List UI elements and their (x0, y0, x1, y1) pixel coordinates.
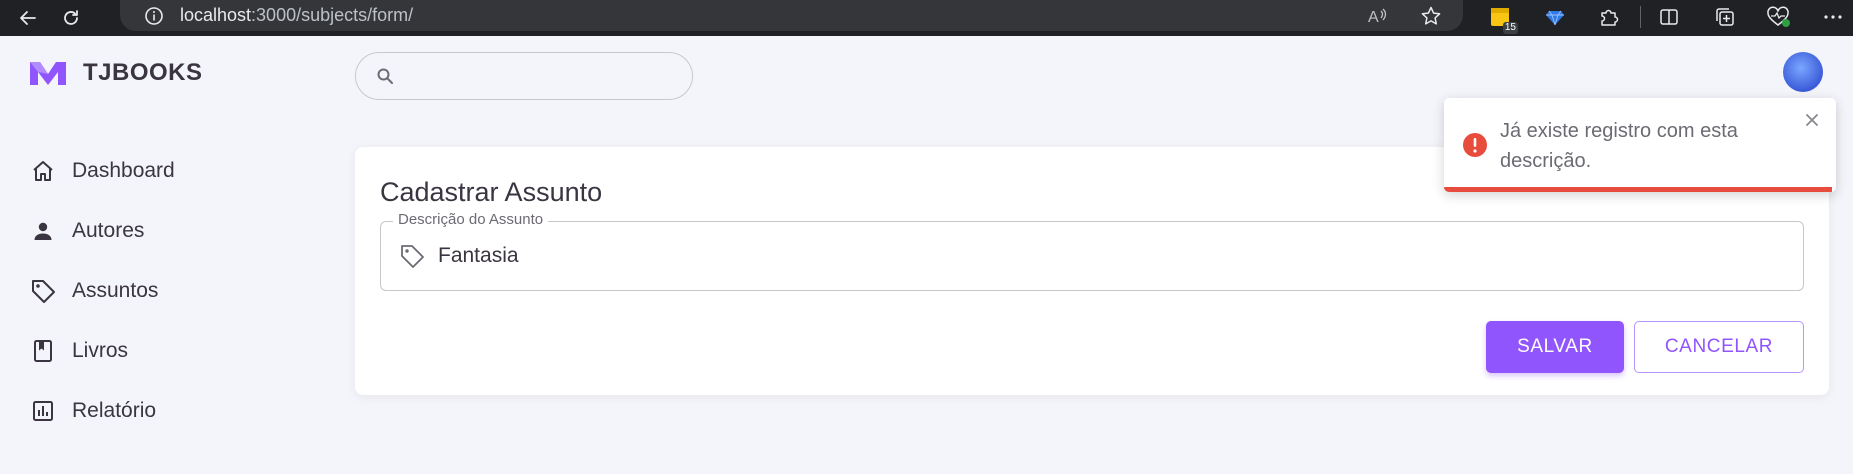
brand[interactable]: TJBOOKS (27, 58, 203, 88)
diamond-extension-icon[interactable] (1540, 2, 1570, 32)
sticky-notes-extension-icon[interactable]: 15 (1485, 2, 1518, 34)
error-toast: Já existe registro com esta descrição. (1444, 98, 1836, 192)
save-button[interactable]: SALVAR (1486, 321, 1624, 373)
toast-progress-bar (1444, 187, 1833, 192)
description-input[interactable]: Fantasia (438, 244, 519, 268)
puzzle-extensions-icon[interactable] (1594, 2, 1624, 32)
sidebar-item-label: Livros (72, 339, 129, 362)
sidebar-item-assuntos[interactable]: Assuntos (0, 261, 320, 321)
home-icon (29, 157, 57, 185)
address-bar[interactable]: localhost:3000/subjects/form/ A (120, 0, 1463, 31)
sidebar-item-label: Assuntos (72, 279, 159, 302)
error-icon (1462, 132, 1488, 158)
more-menu-icon[interactable] (1818, 2, 1848, 32)
sidebar-item-label: Dashboard (72, 159, 175, 182)
svg-text:A: A (1368, 9, 1379, 26)
favorite-star-icon[interactable] (1418, 3, 1444, 29)
description-field[interactable]: Descrição do Assunto Fantasia (380, 211, 1804, 291)
search-input[interactable] (404, 64, 688, 88)
close-icon[interactable] (1802, 110, 1822, 130)
sidebar-item-livros[interactable]: Livros (0, 321, 320, 381)
sidebar-item-dashboard[interactable]: Dashboard (0, 141, 320, 201)
info-icon[interactable] (142, 4, 166, 28)
toast-message: Já existe registro com esta descrição. (1500, 120, 1738, 172)
tag-icon (29, 277, 57, 305)
refresh-icon[interactable] (53, 0, 89, 36)
url-text: localhost:3000/subjects/form/ (180, 5, 414, 25)
browser-toolbar: localhost:3000/subjects/form/ A 15 (0, 0, 1853, 36)
sidebar-item-label: Relatório (72, 399, 157, 422)
tag-icon (398, 242, 426, 270)
page-title: Cadastrar Assunto (380, 177, 603, 207)
sidebar: Dashboard Autores Assuntos Livros Relató… (0, 141, 320, 441)
sidebar-item-label: Autores (72, 219, 145, 242)
split-screen-icon[interactable] (1654, 2, 1684, 32)
brand-logo-icon (30, 62, 66, 85)
search-box[interactable] (355, 52, 693, 100)
brand-name: TJBOOKS (83, 59, 203, 86)
sidebar-item-autores[interactable]: Autores (0, 201, 320, 261)
toolbar-divider (1640, 6, 1641, 28)
read-aloud-icon[interactable]: A (1364, 3, 1390, 29)
description-field-label: Descrição do Assunto (393, 211, 549, 228)
avatar[interactable] (1783, 52, 1823, 92)
app-window: TJBOOKS Dashboard Autores Assuntos Livro… (0, 36, 1853, 474)
extension-badge: 15 (1502, 22, 1518, 34)
book-icon (29, 337, 57, 365)
sidebar-item-relatorio[interactable]: Relatório (0, 381, 320, 441)
collections-icon[interactable] (1710, 2, 1740, 32)
back-arrow-icon[interactable] (10, 0, 46, 36)
browser-health-icon[interactable] (1763, 2, 1793, 32)
report-chart-icon (29, 397, 57, 425)
search-icon (374, 65, 396, 87)
cancel-button[interactable]: CANCELAR (1634, 321, 1804, 373)
person-icon (29, 217, 57, 245)
